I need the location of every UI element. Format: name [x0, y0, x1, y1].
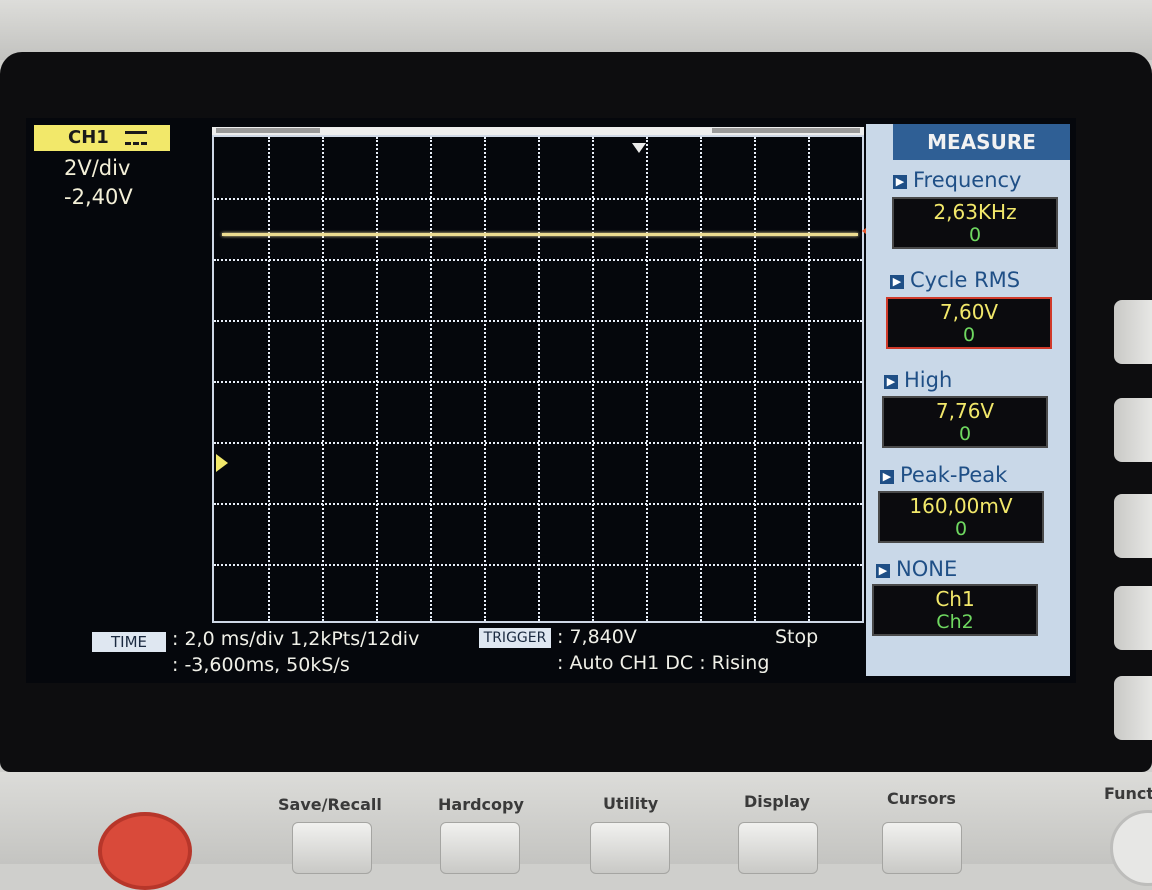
grid-hline [214, 442, 862, 444]
measure-item-cycle-rms[interactable]: ▶ Cycle RMS [890, 268, 1020, 292]
graticule [212, 135, 864, 623]
channel-name: CH1 [68, 127, 109, 148]
acquisition-status: Stop [775, 626, 819, 648]
grid-vline [592, 137, 594, 621]
grid-vline [376, 137, 378, 621]
side-menu-button-5[interactable] [1114, 586, 1152, 650]
hardcopy-button[interactable] [440, 822, 520, 874]
ch1-waveform-trace [222, 233, 858, 236]
channel-badge[interactable]: CH1 [34, 125, 170, 151]
utility-label: Utility [603, 794, 659, 813]
side-menu-button-2[interactable] [1114, 300, 1152, 364]
grid-vline [268, 137, 270, 621]
grid-vline [538, 137, 540, 621]
position-marker-right [712, 128, 860, 133]
cursors-button[interactable] [882, 822, 962, 874]
cycle-rms-readout: 7,60V 0 [886, 297, 1052, 349]
arrow-icon: ▶ [884, 375, 898, 389]
hardcopy-label: Hardcopy [438, 795, 524, 814]
dc-coupling-icon [125, 131, 148, 145]
measure-item-frequency[interactable]: ▶ Frequency [893, 168, 1022, 192]
high-readout: 7,76V 0 [882, 396, 1048, 448]
utility-button[interactable] [590, 822, 670, 874]
save-recall-button[interactable] [292, 822, 372, 874]
timebase-offset: : -3,600ms, 50kS/s [172, 654, 350, 676]
cursors-label: Cursors [887, 789, 956, 808]
grid-hline [214, 259, 862, 261]
arrow-icon: ▶ [880, 470, 894, 484]
timebase-settings: : 2,0 ms/div 1,2kPts/12div [172, 628, 420, 650]
grid-vline [484, 137, 486, 621]
measure-item-peak-peak[interactable]: ▶ Peak-Peak [880, 463, 1007, 487]
grid-vline [700, 137, 702, 621]
save-recall-label: Save/Recall [278, 795, 382, 814]
instrument-top-bezel [0, 0, 1152, 60]
grid-vline [808, 137, 810, 621]
measure-item-high[interactable]: ▶ High [884, 368, 952, 392]
grid-vline [646, 137, 648, 621]
display-button[interactable] [738, 822, 818, 874]
channel-reference-icon [216, 454, 228, 472]
trigger-mode: : Auto CH1 DC : Rising [557, 652, 770, 674]
trigger-level: : 7,840V [557, 626, 637, 648]
side-menu-button-6[interactable] [1114, 676, 1152, 740]
grid-vline [430, 137, 432, 621]
grid-hline [214, 381, 862, 383]
grid-vline [322, 137, 324, 621]
arrow-icon: ▶ [876, 564, 890, 578]
side-menu-button-3[interactable] [1114, 398, 1152, 462]
horizontal-position-bar [212, 127, 864, 135]
grid-hline [214, 198, 862, 200]
source-readout: Ch1 Ch2 [872, 584, 1038, 636]
power-icon[interactable] [98, 812, 192, 890]
volts-per-div: 2V/div [64, 156, 131, 180]
channel-offset: -2,40V [64, 185, 133, 209]
display-label: Display [744, 792, 810, 811]
side-menu-button-4[interactable] [1114, 494, 1152, 558]
grid-hline [214, 564, 862, 566]
grid-hline [214, 320, 862, 322]
time-label: TIME [92, 632, 166, 652]
trigger-position-icon [632, 143, 646, 153]
position-marker-left [216, 128, 320, 133]
measure-title: MEASURE [893, 124, 1070, 160]
measure-item-none[interactable]: ▶ NONE [876, 557, 957, 581]
arrow-icon: ▶ [893, 175, 907, 189]
trigger-label: TRIGGER [479, 628, 551, 648]
function-label: Funct [1104, 784, 1152, 803]
arrow-icon: ▶ [890, 275, 904, 289]
peak-peak-readout: 160,00mV 0 [878, 491, 1044, 543]
grid-hline [214, 503, 862, 505]
grid-vline [754, 137, 756, 621]
frequency-readout: 2,63KHz 0 [892, 197, 1058, 249]
